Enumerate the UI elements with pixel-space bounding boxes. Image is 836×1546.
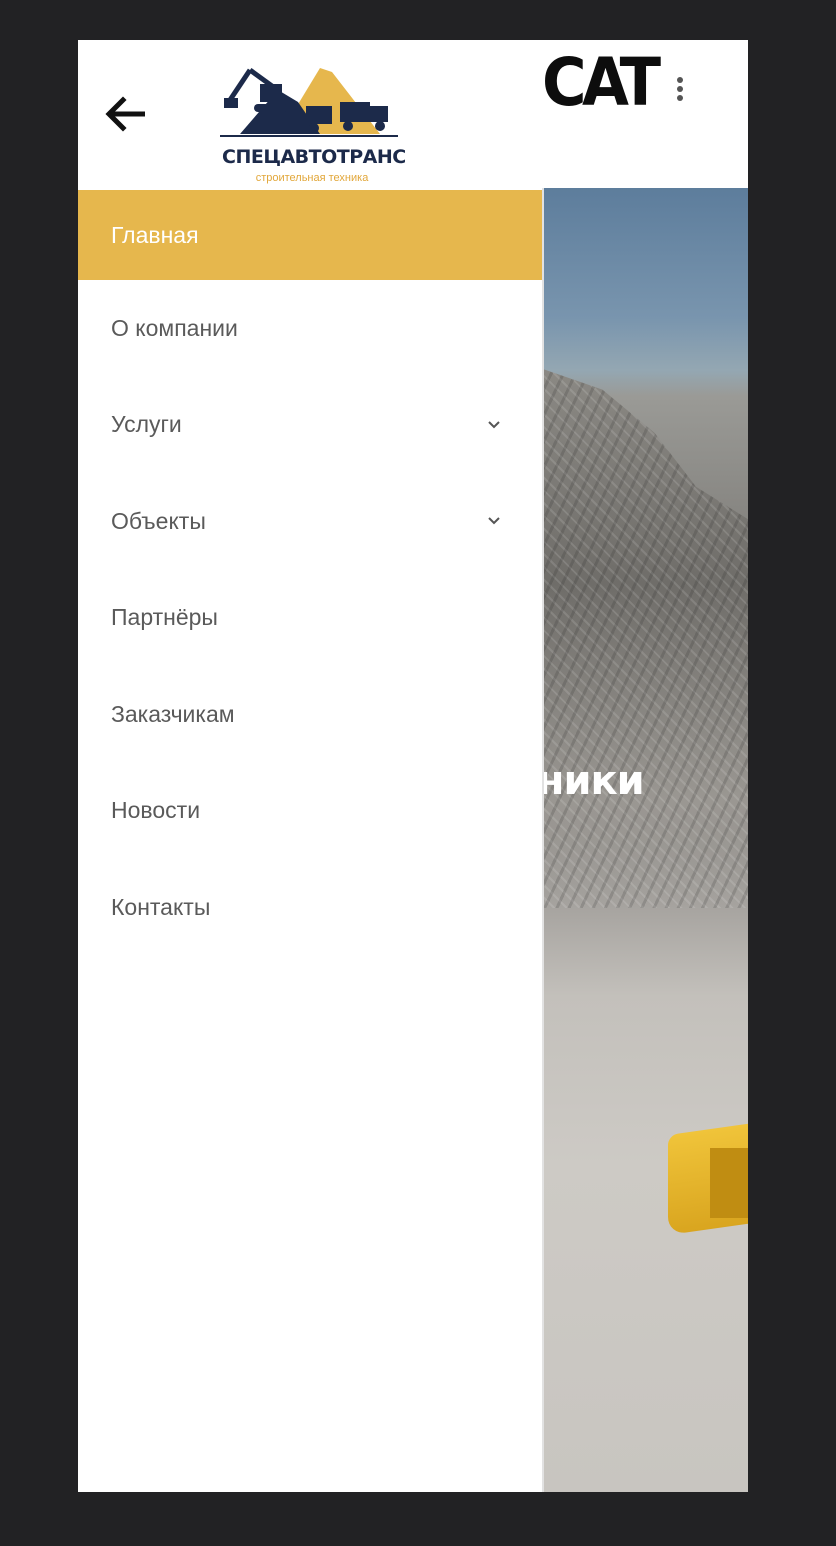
nav-item-label: Главная [111,221,199,248]
logo-title: СПЕЦАВТОТРАНС [222,146,406,168]
nav-item-contacts[interactable]: Контакты [78,859,542,956]
app-screen: хники [78,40,748,1492]
dump-truck-shadow [710,1148,748,1218]
app-header: СПЕЦАВТОТРАНС строительная техника CAT [78,40,748,188]
nav-item-objects[interactable]: Объекты [78,473,542,570]
hero-heading: хники [540,758,645,804]
excavator-truck-emblem-icon [220,67,398,137]
nav-item-label: Объекты [111,507,206,534]
company-logo[interactable]: СПЕЦАВТОТРАНС строительная техника [218,62,408,190]
chevron-down-icon[interactable] [486,417,502,433]
chevron-down-icon[interactable] [486,513,502,529]
navigation-drawer: Главная О компании Услуги Объекты Партнё… [78,188,544,1492]
rock-pile-image [540,368,748,908]
kebab-dot [677,77,683,83]
back-button[interactable] [98,90,152,138]
nav-item-label: Партнёры [111,604,218,631]
nav-item-customers[interactable]: Заказчикам [78,666,542,763]
nav-item-label: Новости [111,797,201,824]
kebab-dot [677,86,683,92]
logo-subtitle: строительная техника [255,172,369,184]
kebab-dot [677,95,683,101]
nav-item-home[interactable]: Главная [78,190,542,280]
nav-item-partners[interactable]: Партнёры [78,570,542,667]
nav-item-services[interactable]: Услуги [78,377,542,474]
nav-item-label: О компании [111,314,238,341]
nav-item-news[interactable]: Новости [78,763,542,860]
nav-item-label: Контакты [111,893,211,920]
arrow-left-icon [105,96,145,132]
nav-item-label: Заказчикам [111,700,235,727]
hero-background: хники [540,188,748,1492]
nav-item-about[interactable]: О компании [78,280,542,377]
cat-brand-logo[interactable]: CAT [542,48,661,118]
nav-item-label: Услуги [111,411,182,438]
kebab-menu-button[interactable] [668,74,692,104]
